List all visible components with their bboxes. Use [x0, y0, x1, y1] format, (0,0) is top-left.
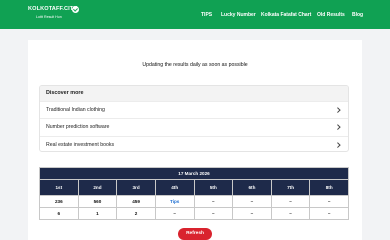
patti-cell: –: [193, 195, 234, 208]
nav-link-kolkata-fatafat-chart[interactable]: Kolkata Fatafat Chart: [261, 11, 311, 19]
nav-link-tips[interactable]: TIPS: [201, 11, 212, 19]
round-header: 2nd: [77, 179, 118, 196]
patti-cell: –: [270, 195, 311, 208]
logo-subtitle: Lottt Result Hun: [36, 15, 62, 19]
discover-heading: Discover more: [40, 86, 348, 101]
discover-item-label: Real estate investment books: [46, 141, 115, 148]
nav-link-blog[interactable]: Blog: [352, 11, 363, 19]
chevron-right-icon: [335, 124, 341, 130]
patti-cell: 236: [39, 195, 79, 208]
results-table: 17 March 2026 1st 2nd 3rd 4th 5th 6th 7t…: [39, 167, 349, 220]
logo-title: KOLKOTAFF.CITY: [28, 6, 78, 12]
discover-item-label: Number prediction software: [46, 124, 110, 131]
tips-link[interactable]: Tips: [154, 195, 195, 208]
discover-item[interactable]: Traditional Indian clothing: [40, 101, 348, 118]
patti-cell: 560: [77, 195, 118, 208]
round-header: 8th: [309, 179, 349, 196]
digit-cell: 6: [39, 207, 79, 220]
patti-cell: –: [309, 195, 349, 208]
discover-item[interactable]: Number prediction software: [40, 118, 348, 135]
results-date: 17 March 2026: [39, 167, 349, 180]
update-notice: Updating the results daily as soon as po…: [142, 62, 248, 68]
digit-cell: 1: [77, 207, 118, 220]
digit-cell: –: [232, 207, 272, 220]
round-header: 4th: [154, 179, 195, 196]
patti-cell: 459: [116, 195, 156, 208]
round-header: 5th: [193, 179, 234, 196]
patti-cell: –: [232, 195, 272, 208]
site-header: KOLKOTAFF.CITY Lottt Result Hun TIPS Luc…: [0, 0, 390, 29]
digit-cell: –: [154, 207, 195, 220]
round-header: 3rd: [116, 179, 156, 196]
table-row: 236 560 459 Tips – – – –: [39, 195, 349, 208]
refresh-button[interactable]: Refresh: [178, 228, 212, 240]
chevron-right-icon: [335, 107, 341, 113]
nav-link-lucky-number[interactable]: Lucky Number: [221, 11, 256, 19]
digit-cell: –: [270, 207, 311, 220]
nav-link-old-results[interactable]: Old Results: [317, 11, 345, 19]
check-icon: [72, 6, 79, 13]
digit-cell: –: [309, 207, 349, 220]
chevron-right-icon: [335, 141, 341, 147]
table-row: 6 1 2 – – – – –: [39, 207, 349, 220]
round-header: 6th: [232, 179, 272, 196]
digit-cell: 2: [116, 207, 156, 220]
discover-more-panel: Discover more Traditional Indian clothin…: [39, 85, 349, 152]
discover-item[interactable]: Real estate investment books: [40, 135, 348, 151]
round-header: 1st: [39, 179, 79, 196]
round-header: 7th: [270, 179, 311, 196]
site-logo[interactable]: KOLKOTAFF.CITY Lottt Result Hun: [28, 6, 79, 22]
digit-cell: –: [193, 207, 234, 220]
discover-item-label: Traditional Indian clothing: [46, 107, 105, 113]
